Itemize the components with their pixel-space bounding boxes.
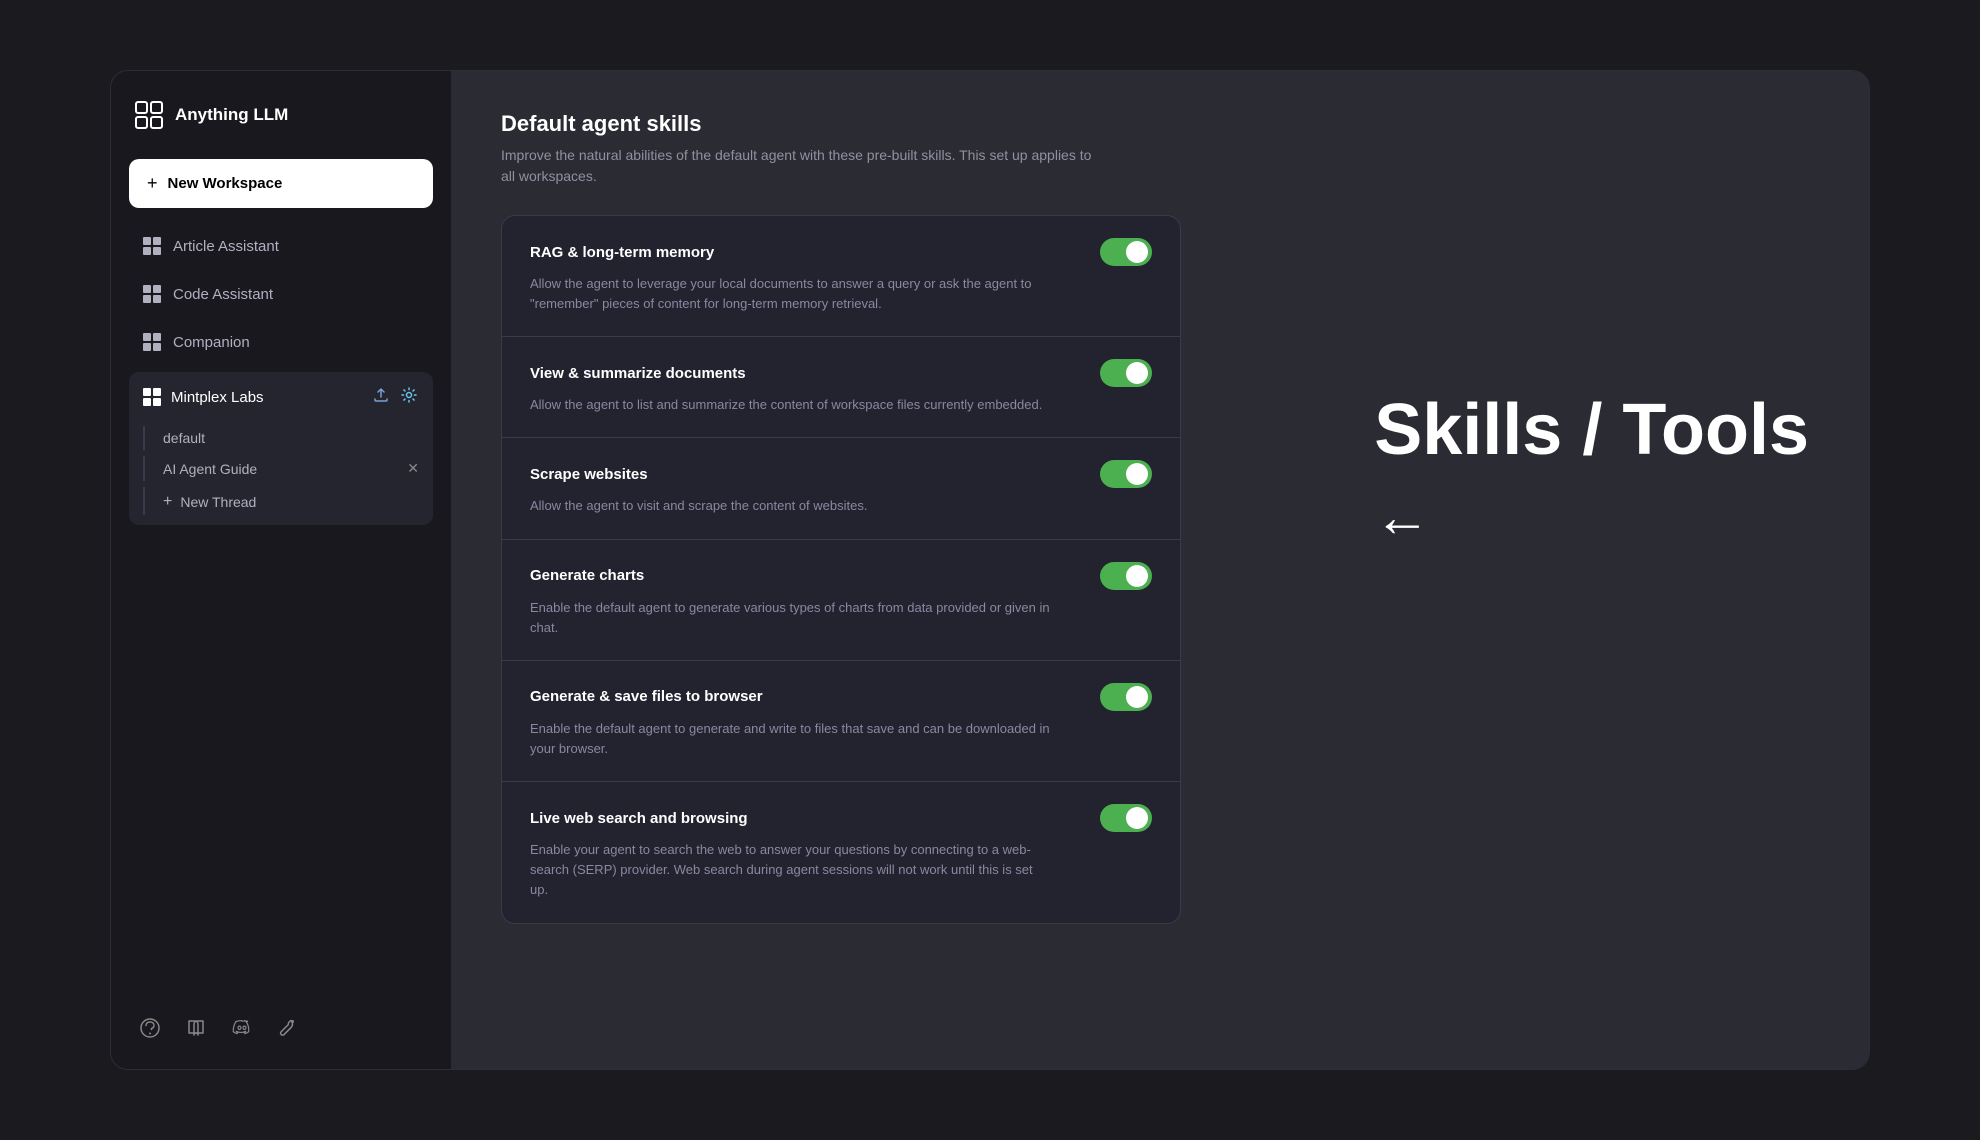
- sidebar: Anything LLM + New Workspace Article Ass…: [111, 71, 451, 1069]
- annotation-text-line1: Skills / Tools: [1374, 391, 1809, 470]
- skill-row-4: Generate & save files to browser Enable …: [502, 661, 1180, 782]
- annotation-arrow: ←: [1374, 486, 1809, 548]
- book-icon-button[interactable]: [179, 1011, 213, 1045]
- workspace-label: Code Assistant: [173, 286, 273, 303]
- new-thread-button[interactable]: + New Thread: [143, 487, 419, 515]
- skill-name: Scrape websites: [530, 466, 648, 483]
- sidebar-item-mintplex-labs[interactable]: Mintplex Labs: [129, 372, 433, 422]
- app-title: Anything LLM: [175, 105, 288, 125]
- page-title: Default agent skills: [501, 111, 1819, 137]
- skill-top: Generate & save files to browser: [530, 683, 1152, 711]
- annotation-overlay: Skills / Tools ←: [1374, 391, 1809, 548]
- skills-card: RAG & long-term memory Allow the agent t…: [501, 215, 1181, 924]
- skill-toggle-5[interactable]: [1100, 804, 1152, 832]
- settings-wrench-icon-button[interactable]: [271, 1011, 305, 1045]
- workspace-label: Companion: [173, 334, 250, 351]
- sub-items: default AI Agent Guide ✕ + New Thread: [129, 422, 433, 525]
- skill-name: Generate charts: [530, 567, 644, 584]
- skill-name: RAG & long-term memory: [530, 244, 714, 261]
- support-icon-button[interactable]: [133, 1011, 167, 1045]
- skill-top: Generate charts: [530, 562, 1152, 590]
- close-thread-button[interactable]: ✕: [407, 460, 419, 477]
- sidebar-item-article-assistant[interactable]: Article Assistant: [129, 224, 433, 268]
- skill-toggle-0[interactable]: [1100, 238, 1152, 266]
- workspace-list: Article Assistant Code Assistant Compani…: [129, 224, 433, 525]
- skill-name: Live web search and browsing: [530, 810, 748, 827]
- sidebar-item-mintplex-labs-expanded: Mintplex Labs: [129, 372, 433, 525]
- logo-icon: [133, 99, 165, 131]
- app-logo: Anything LLM: [129, 99, 433, 131]
- toggle-slider: [1100, 683, 1152, 711]
- page-subtitle: Improve the natural abilities of the def…: [501, 145, 1101, 187]
- skill-row-0: RAG & long-term memory Allow the agent t…: [502, 216, 1180, 337]
- skill-toggle-4[interactable]: [1100, 683, 1152, 711]
- skill-top: Live web search and browsing: [530, 804, 1152, 832]
- skill-top: Scrape websites: [530, 460, 1152, 488]
- thread-name: AI Agent Guide: [163, 461, 257, 477]
- plus-icon: +: [147, 173, 158, 194]
- sidebar-item-code-assistant[interactable]: Code Assistant: [129, 272, 433, 316]
- skill-desc: Allow the agent to visit and scrape the …: [530, 496, 1050, 516]
- sidebar-footer: [129, 999, 433, 1049]
- toggle-slider: [1100, 238, 1152, 266]
- skill-desc: Allow the agent to leverage your local d…: [530, 274, 1050, 314]
- new-thread-label: New Thread: [180, 494, 256, 510]
- skill-toggle-2[interactable]: [1100, 460, 1152, 488]
- skill-desc: Allow the agent to list and summarize th…: [530, 395, 1050, 415]
- sidebar-item-companion[interactable]: Companion: [129, 320, 433, 364]
- discord-icon-button[interactable]: [225, 1011, 259, 1045]
- skill-toggle-3[interactable]: [1100, 562, 1152, 590]
- toggle-slider: [1100, 359, 1152, 387]
- plus-icon: +: [163, 493, 172, 511]
- workspace-grid-icon: [143, 237, 161, 255]
- workspace-grid-icon: [143, 285, 161, 303]
- skill-desc: Enable the default agent to generate and…: [530, 719, 1050, 759]
- workspace-label: Article Assistant: [173, 238, 279, 255]
- workspace-grid-icon: [143, 333, 161, 351]
- toggle-slider: [1100, 460, 1152, 488]
- main-content: Default agent skills Improve the natural…: [451, 71, 1869, 1069]
- workspace-active-icon: [143, 388, 161, 406]
- app-container: Anything LLM + New Workspace Article Ass…: [110, 70, 1870, 1070]
- default-thread-label: default: [163, 430, 205, 446]
- active-workspace-name: Mintplex Labs: [171, 389, 264, 406]
- skill-row-3: Generate charts Enable the default agent…: [502, 540, 1180, 661]
- new-workspace-button[interactable]: + New Workspace: [129, 159, 433, 208]
- ai-agent-guide-thread[interactable]: AI Agent Guide ✕: [143, 456, 419, 481]
- default-thread[interactable]: default: [143, 426, 419, 450]
- skill-toggle-1[interactable]: [1100, 359, 1152, 387]
- skill-desc: Enable your agent to search the web to a…: [530, 840, 1050, 900]
- toggle-slider: [1100, 562, 1152, 590]
- new-workspace-label: New Workspace: [168, 175, 283, 192]
- skill-desc: Enable the default agent to generate var…: [530, 598, 1050, 638]
- skill-row-5: Live web search and browsing Enable your…: [502, 782, 1180, 922]
- skill-name: View & summarize documents: [530, 365, 746, 382]
- toggle-slider: [1100, 804, 1152, 832]
- skill-row-1: View & summarize documents Allow the age…: [502, 337, 1180, 438]
- page-header: Default agent skills Improve the natural…: [501, 111, 1819, 187]
- workspace-actions: [371, 385, 419, 409]
- skill-top: RAG & long-term memory: [530, 238, 1152, 266]
- skill-top: View & summarize documents: [530, 359, 1152, 387]
- skill-name: Generate & save files to browser: [530, 688, 763, 705]
- settings-button[interactable]: [399, 385, 419, 409]
- upload-button[interactable]: [371, 385, 391, 409]
- skill-row-2: Scrape websites Allow the agent to visit…: [502, 438, 1180, 539]
